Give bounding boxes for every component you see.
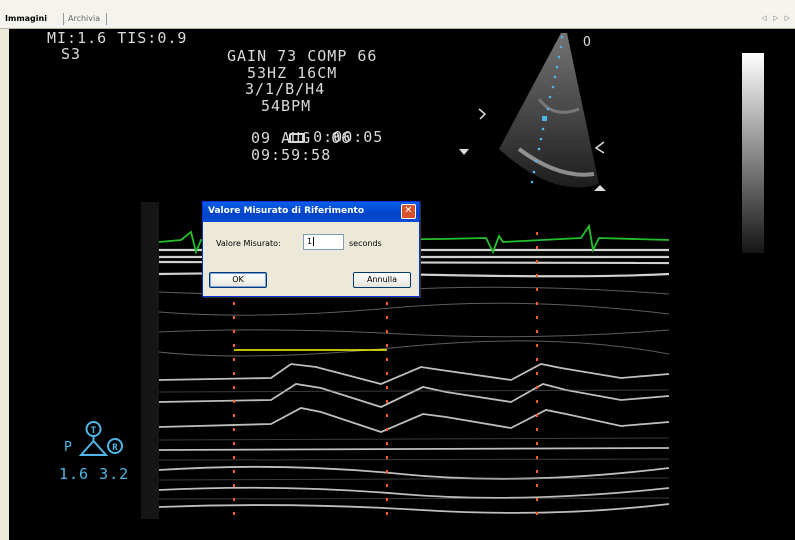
- ok-button[interactable]: OK: [209, 272, 267, 288]
- probe-right-symbol: R: [112, 443, 118, 453]
- close-icon[interactable]: ✕: [401, 204, 416, 219]
- probe-top-symbol: T: [91, 426, 97, 436]
- measured-value-label: Valore Misurato:: [216, 239, 281, 248]
- tab-immagini[interactable]: Immagini: [5, 14, 47, 23]
- dialog-title: Valore Misurato di Riferimento: [208, 206, 365, 216]
- orientation-marker: O: [583, 35, 592, 50]
- measured-value-input[interactable]: 1: [303, 234, 344, 250]
- freq-depth-readout: 53HZ 16CM: [247, 64, 338, 82]
- mi-tis-readout: MI:1.6 TIS:0.9: [47, 29, 188, 47]
- grayscale-bar: [742, 53, 764, 253]
- cancel-button[interactable]: Annulla: [353, 272, 411, 288]
- dialog-titlebar[interactable]: Valore Misurato di Riferimento ✕: [203, 202, 419, 222]
- tab-separator: [63, 13, 64, 25]
- echo-sector-image: [459, 33, 606, 191]
- probe-model-label: S3: [61, 45, 82, 63]
- probe-left-letter: P: [64, 440, 72, 455]
- heart-rate-readout: 54BPM: [261, 97, 312, 115]
- tab-bar: Immagini Archivia ◁ ▷ ▷: [0, 0, 795, 29]
- reference-value-dialog[interactable]: Valore Misurato di Riferimento ✕ Valore …: [202, 201, 420, 297]
- tab-scroll-arrows-icon[interactable]: ◁ ▷ ▷: [761, 14, 792, 22]
- measured-value-text: 1: [307, 237, 313, 246]
- unit-label: seconds: [349, 239, 382, 248]
- probe-orientation-icon: T R P: [64, 421, 123, 456]
- probe-indicator: T R P 1.6 3.2: [59, 419, 149, 482]
- clock-readout: 09:59:58: [251, 146, 332, 164]
- gain-comp-readout: GAIN 73 COMP 66: [227, 47, 378, 65]
- tab-archivia[interactable]: Archivia: [68, 14, 100, 23]
- tab-separator: [106, 13, 107, 25]
- probe-values: 1.6 3.2: [59, 465, 130, 483]
- mode-code-readout: 3/1/B/H4: [245, 80, 326, 98]
- date-readout: 09 AUG 06: [251, 129, 352, 147]
